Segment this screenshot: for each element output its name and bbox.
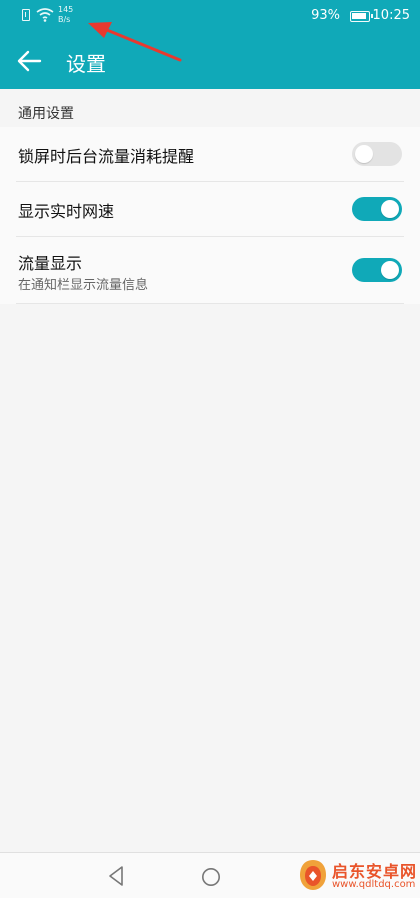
lockscreen-traffic-alert-toggle[interactable]: [352, 142, 402, 166]
wifi-icon: [36, 8, 54, 22]
battery-percent: 93%: [311, 8, 340, 23]
realtime-speed-toggle[interactable]: [352, 197, 402, 221]
nav-back-icon[interactable]: [107, 865, 125, 887]
list-item-subtitle: 在通知栏显示流量信息: [18, 278, 149, 293]
sim-card-icon: [22, 9, 30, 21]
settings-screen: 145 B/s 93% 10:25 设置 通用设置 锁屏时后台流量消耗提醒 显示…: [0, 0, 420, 898]
back-arrow-icon[interactable]: [12, 44, 46, 78]
status-clock: 10:25: [372, 8, 410, 23]
traffic-display-toggle[interactable]: [352, 258, 402, 282]
list-item-title: 显示实时网速: [18, 202, 115, 221]
list-item-title: 锁屏时后台流量消耗提醒: [18, 147, 195, 166]
annotation-arrow-icon: [88, 22, 182, 62]
section-title-general: 通用设置: [18, 106, 74, 122]
list-item-title: 流量显示: [18, 254, 83, 273]
watermark-url: www.qdltdq.com: [332, 879, 416, 890]
toggle-knob: [381, 200, 399, 218]
battery-icon: [350, 11, 373, 22]
network-speed-value: 145: [58, 5, 74, 14]
settings-list: 锁屏时后台流量消耗提醒 显示实时网速 流量显示 在通知栏显示流量信息: [0, 127, 420, 304]
nav-home-icon[interactable]: [201, 867, 221, 887]
list-item-realtime-speed[interactable]: 显示实时网速: [0, 182, 420, 237]
watermark: 启东安卓网 www.qdltdq.com: [298, 856, 416, 896]
list-item-traffic-display[interactable]: 流量显示 在通知栏显示流量信息: [0, 237, 420, 304]
toggle-knob: [381, 261, 399, 279]
toggle-knob: [355, 145, 373, 163]
status-bar: 145 B/s 93% 10:25: [0, 0, 420, 32]
list-item-lockscreen-traffic-alert[interactable]: 锁屏时后台流量消耗提醒: [0, 127, 420, 182]
watermark-logo-icon: [300, 860, 326, 890]
divider: [16, 303, 404, 304]
network-speed: 145 B/s: [58, 5, 73, 25]
network-speed-unit: B/s: [58, 15, 71, 24]
app-header: 145 B/s 93% 10:25 设置: [0, 0, 420, 89]
